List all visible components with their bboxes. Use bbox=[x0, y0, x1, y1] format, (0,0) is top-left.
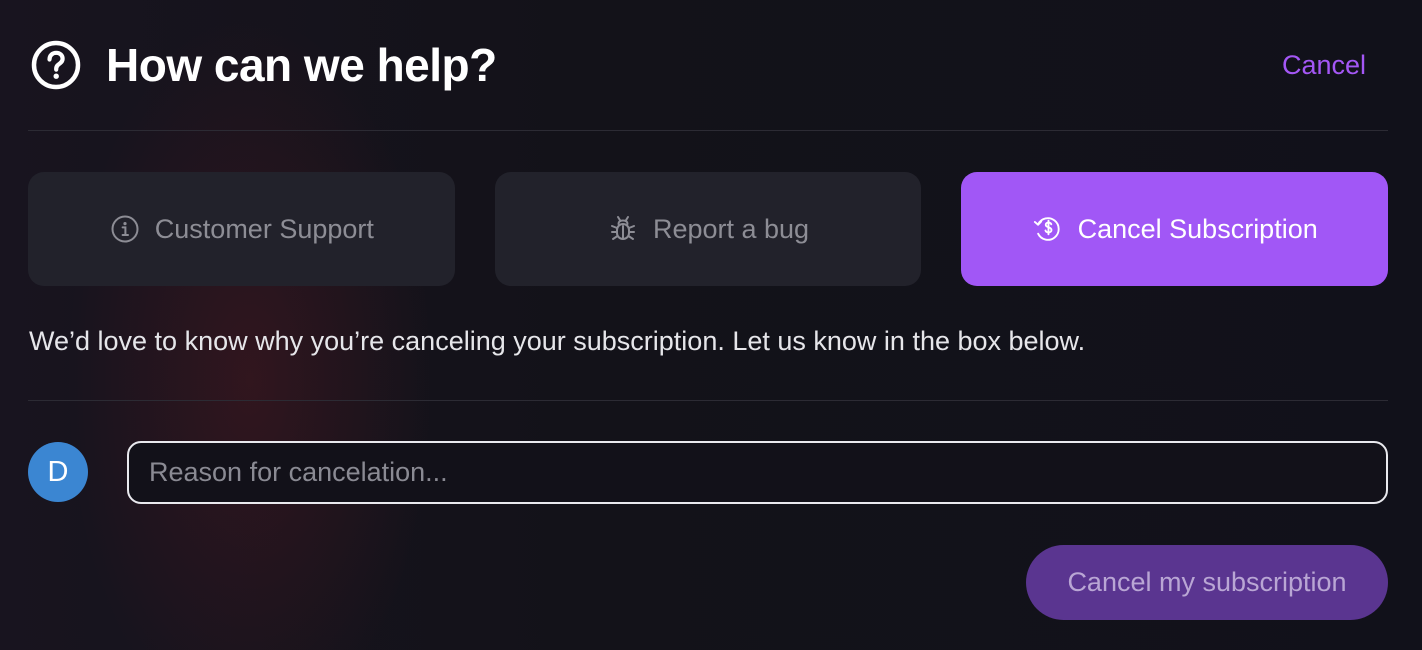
option-customer-support[interactable]: Customer Support bbox=[28, 172, 455, 286]
info-circle-icon bbox=[109, 213, 141, 245]
cancel-subscription-button[interactable]: Cancel my subscription bbox=[1026, 545, 1388, 620]
question-circle-icon bbox=[30, 39, 82, 91]
option-report-bug[interactable]: Report a bug bbox=[494, 172, 922, 286]
option-cancel-subscription[interactable]: Cancel Subscription bbox=[961, 172, 1389, 286]
bug-icon bbox=[607, 213, 639, 245]
cancellation-prompt: We’d love to know why you’re canceling y… bbox=[29, 326, 1086, 356]
page-title: How can we help? bbox=[106, 39, 497, 91]
dollar-refresh-icon bbox=[1032, 213, 1064, 245]
avatar: D bbox=[28, 442, 88, 502]
option-label: Report a bug bbox=[652, 213, 810, 244]
title-group: How can we help? bbox=[30, 38, 497, 92]
option-label: Customer Support bbox=[154, 213, 374, 244]
header-divider bbox=[28, 130, 1388, 131]
help-options: Customer Support Report a bug Cancel Sub… bbox=[28, 172, 1389, 286]
modal-header: How can we help? Cancel bbox=[30, 30, 1388, 100]
option-label: Cancel Subscription bbox=[1077, 213, 1318, 244]
reason-input[interactable] bbox=[127, 441, 1388, 504]
cancel-link[interactable]: Cancel bbox=[1282, 50, 1366, 81]
prompt-divider bbox=[28, 400, 1388, 401]
